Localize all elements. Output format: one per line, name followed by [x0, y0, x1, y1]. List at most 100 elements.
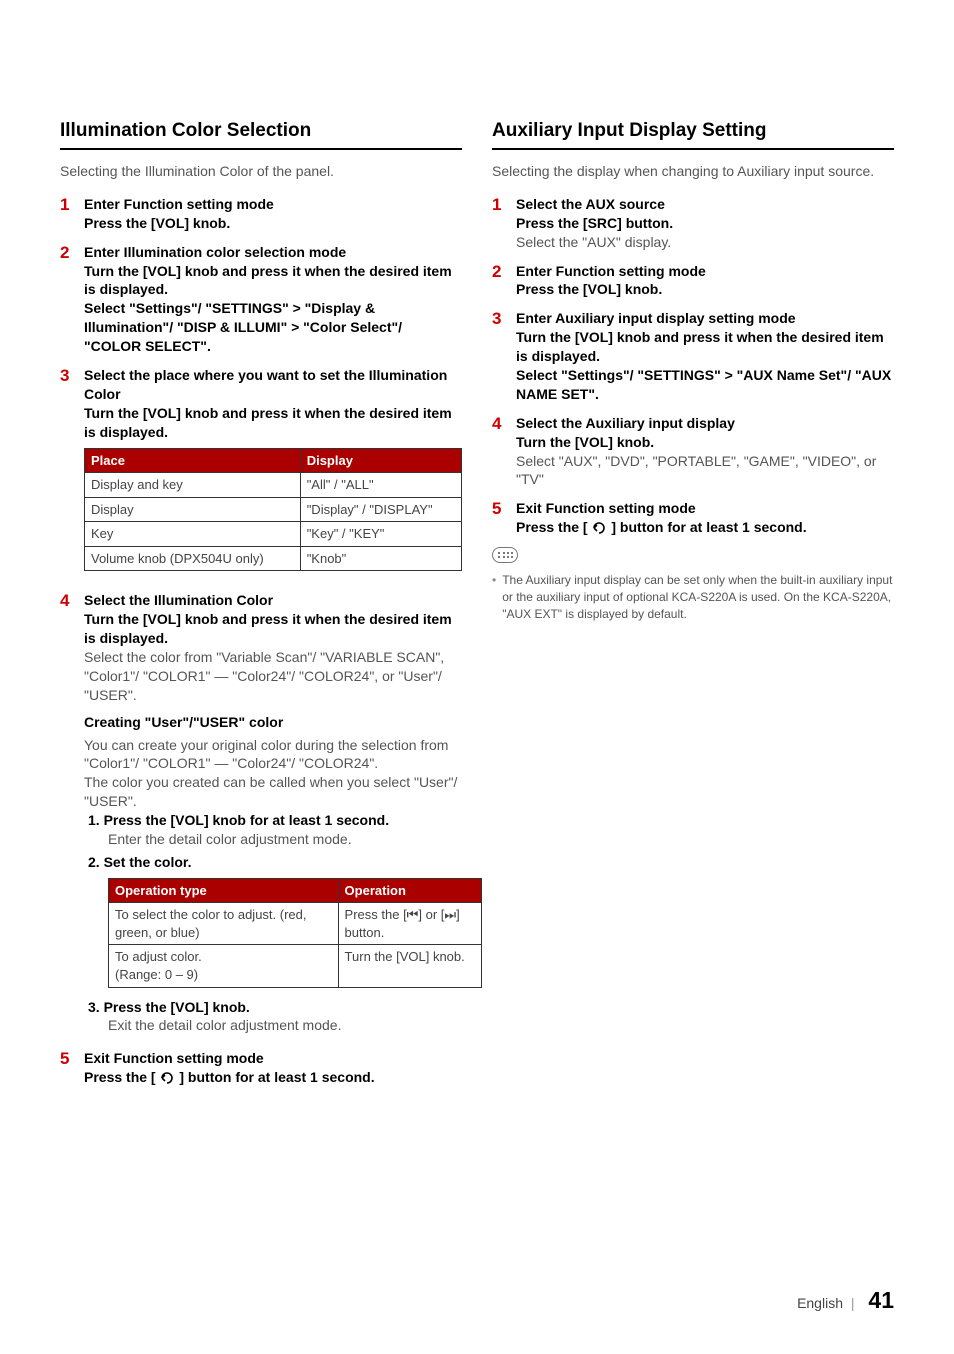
table-row: To adjust color. (Range: 0 – 9) Turn the…: [109, 945, 482, 987]
step: 5 Exit Function setting mode Press the […: [60, 1049, 462, 1087]
note-text: The Auxiliary input display can be set o…: [502, 572, 894, 622]
step-body: Enter Function setting mode Press the [V…: [516, 262, 894, 300]
bullet-dot-icon: •: [492, 572, 496, 622]
section-title-left: Illumination Color Selection: [60, 120, 462, 150]
table-cell: Press the [⏮] or [⏭] button.: [338, 903, 481, 945]
step-number: 1: [60, 195, 76, 215]
step-line: Turn the [VOL] knob.: [516, 433, 894, 452]
table-cell: "Display" / "DISPLAY": [300, 497, 461, 522]
step-press-text: Press the [: [84, 1069, 156, 1085]
table-row: Volume knob (DPX504U only) "Knob": [85, 546, 462, 571]
step-press-text: Press the [: [516, 519, 588, 535]
footer-divider: |: [851, 1295, 855, 1311]
table-cell: "Knob": [300, 546, 461, 571]
step: 3 Enter Auxiliary input display setting …: [492, 309, 894, 403]
table-cell: To select the color to adjust. (red, gre…: [109, 903, 339, 945]
table-cell: Display and key: [85, 473, 301, 498]
step-line: Select the AUX source: [516, 195, 894, 214]
table-row: Display and key "All" / "ALL": [85, 473, 462, 498]
page-columns: Illumination Color Selection Selecting t…: [60, 120, 894, 1097]
table-row: Display "Display" / "DISPLAY": [85, 497, 462, 522]
step-number: 2: [492, 262, 508, 282]
step-line: Press the [SRC] button.: [516, 214, 894, 233]
sub-body: The color you created can be called when…: [84, 773, 462, 811]
table-header: Place: [85, 448, 301, 473]
substep-bold: Press the [VOL] knob for at least 1 seco…: [104, 812, 390, 828]
step-line: Press the [VOL] knob.: [84, 214, 462, 233]
table-row: To select the color to adjust. (red, gre…: [109, 903, 482, 945]
back-icon: [591, 522, 607, 534]
substep-num: 3.: [88, 999, 100, 1015]
step-line: Press the [ ] button for at least 1 seco…: [84, 1068, 462, 1087]
step-number: 5: [492, 499, 508, 519]
step-line: Exit Function setting mode: [516, 499, 894, 518]
step-line: Select "Settings"/ "SETTINGS" > "Display…: [84, 299, 462, 356]
step-number: 5: [60, 1049, 76, 1069]
step-body: Enter Illumination color selection mode …: [84, 243, 462, 356]
substep-bold: Press the [VOL] knob.: [104, 999, 250, 1015]
step-line: Turn the [VOL] knob and press it when th…: [516, 328, 894, 366]
table-header: Operation type: [109, 878, 339, 903]
substep-body: Exit the detail color adjustment mode.: [108, 1016, 462, 1035]
table-cell: "All" / "ALL": [300, 473, 461, 498]
table-cell: Display: [85, 497, 301, 522]
table-header: Display: [300, 448, 461, 473]
step: 1 Select the AUX source Press the [SRC] …: [492, 195, 894, 252]
table-cell: Key: [85, 522, 301, 547]
substep-num: 1.: [88, 812, 100, 828]
table-cell: Turn the [VOL] knob.: [338, 945, 481, 987]
step-line: Turn the [VOL] knob and press it when th…: [84, 610, 462, 648]
table-row: Key "Key" / "KEY": [85, 522, 462, 547]
step-body: Select the Auxiliary input display Turn …: [516, 414, 894, 490]
step-line: Press the [ ] button for at least 1 seco…: [516, 518, 894, 537]
table-cell: To adjust color. (Range: 0 – 9): [109, 945, 339, 987]
step-number: 4: [60, 591, 76, 611]
step: 4 Select the Illumination Color Turn the…: [60, 591, 462, 1039]
back-icon: [159, 1072, 175, 1084]
page-number: 41: [868, 1287, 894, 1313]
page-footer: English | 41: [797, 1287, 894, 1314]
step-line: Select the Auxiliary input display: [516, 414, 894, 433]
step-body: Enter Auxiliary input display setting mo…: [516, 309, 894, 403]
step-line: Enter Auxiliary input display setting mo…: [516, 309, 894, 328]
step: 1 Enter Function setting mode Press the …: [60, 195, 462, 233]
substep-num: 2.: [88, 854, 100, 870]
substep: 1. Press the [VOL] knob for at least 1 s…: [88, 811, 462, 849]
step: 5 Exit Function setting mode Press the […: [492, 499, 894, 537]
table-header: Operation: [338, 878, 481, 903]
footer-lang: English: [797, 1295, 843, 1311]
step-rest-text: ] button for at least 1 second.: [611, 519, 806, 535]
step-number: 2: [60, 243, 76, 263]
step-number: 4: [492, 414, 508, 434]
step-body: Enter Function setting mode Press the [V…: [84, 195, 462, 233]
step-number: 3: [60, 366, 76, 386]
table-header-row: Place Display: [85, 448, 462, 473]
step-line: Press the [VOL] knob.: [516, 280, 894, 299]
step: 2 Enter Function setting mode Press the …: [492, 262, 894, 300]
step: 4 Select the Auxiliary input display Tur…: [492, 414, 894, 490]
right-column: Auxiliary Input Display Setting Selectin…: [492, 120, 894, 1097]
note-icon-wrapper: [492, 547, 894, 568]
step-line: Turn the [VOL] knob and press it when th…: [84, 262, 462, 300]
place-display-table: Place Display Display and key "All" / "A…: [84, 448, 462, 572]
operation-table: Operation type Operation To select the c…: [108, 878, 482, 988]
step-rest-text: ] button for at least 1 second.: [179, 1069, 374, 1085]
step-body: Select the place where you want to set t…: [84, 366, 462, 581]
substep: 2. Set the color. Operation type Operati…: [88, 853, 462, 988]
step-line: Turn the [VOL] knob and press it when th…: [84, 404, 462, 442]
step-line: Enter Function setting mode: [84, 195, 462, 214]
right-intro: Selecting the display when changing to A…: [492, 162, 894, 181]
step-body: Select the AUX source Press the [SRC] bu…: [516, 195, 894, 252]
subheading: Creating "User"/"USER" color: [84, 713, 462, 732]
substep-bold: Set the color.: [104, 854, 192, 870]
substep-body: Enter the detail color adjustment mode.: [108, 830, 462, 849]
step-line: Select the place where you want to set t…: [84, 366, 462, 404]
section-title-right: Auxiliary Input Display Setting: [492, 120, 894, 150]
step-line: Enter Illumination color selection mode: [84, 243, 462, 262]
step-number: 3: [492, 309, 508, 329]
note-icon: [492, 547, 518, 563]
table-header-row: Operation type Operation: [109, 878, 482, 903]
step-body: Exit Function setting mode Press the [ ]…: [84, 1049, 462, 1087]
step-line: Select the Illumination Color: [84, 591, 462, 610]
step-line: Select the color from "Variable Scan"/ "…: [84, 648, 462, 705]
